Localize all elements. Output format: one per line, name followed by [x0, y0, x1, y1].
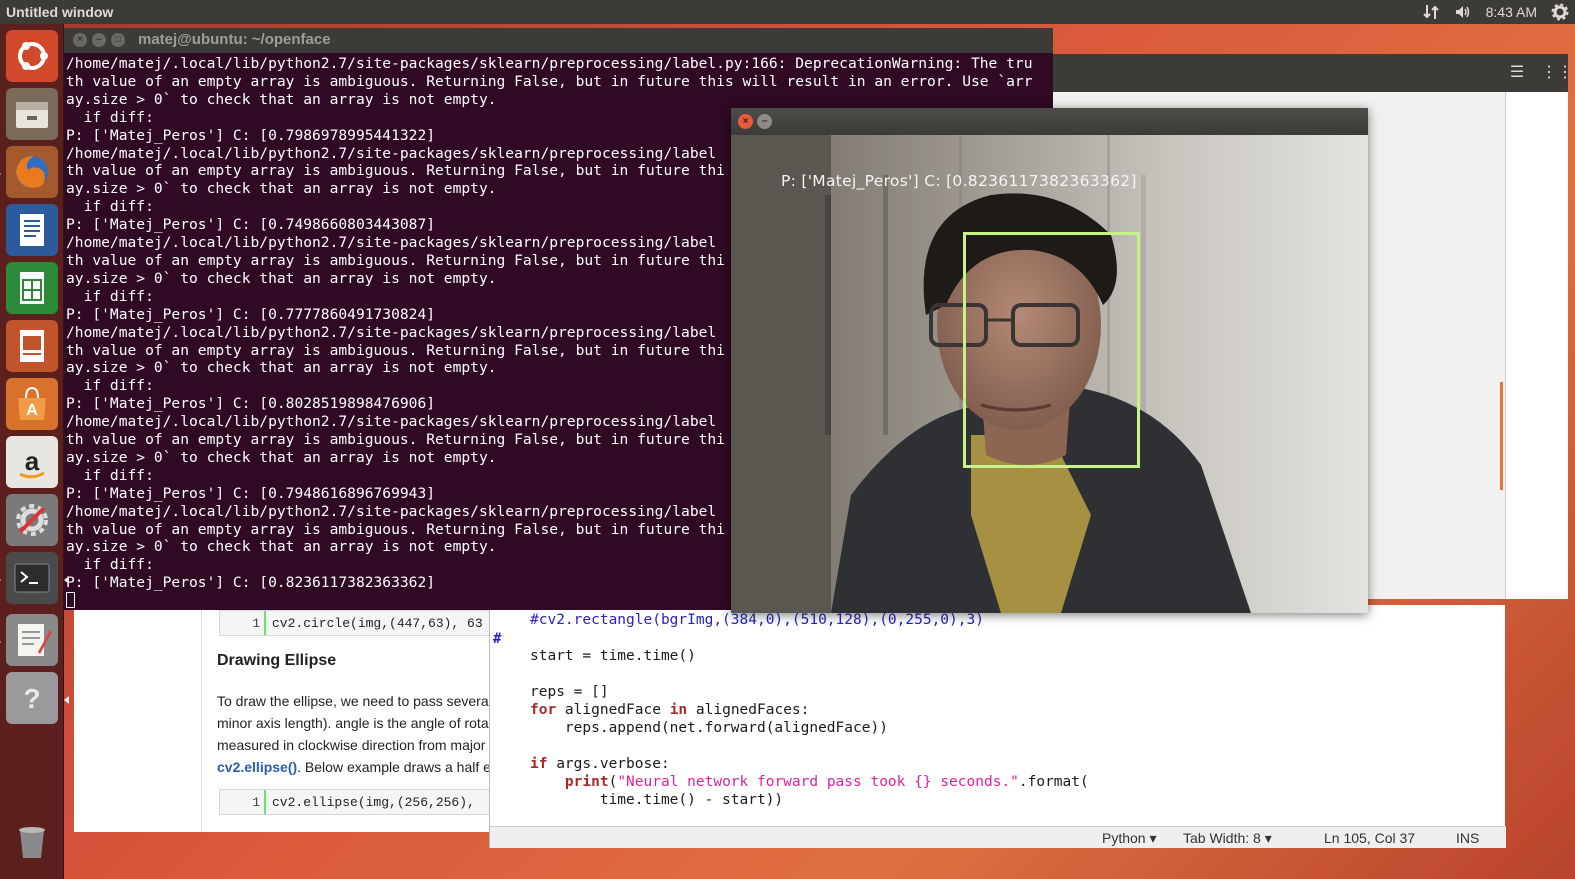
files-icon[interactable]	[6, 88, 58, 140]
code-line: time.time() - start))	[530, 792, 784, 808]
paragraph-line: measured in clockwise direction from maj…	[217, 737, 486, 753]
calc-icon[interactable]	[6, 262, 58, 314]
svg-text:a: a	[25, 446, 40, 476]
code-line: reps.append(net.forward(alignedFace))	[530, 720, 888, 736]
code-line: reps = []	[530, 684, 609, 700]
code-line: start = time.time()	[530, 648, 696, 664]
line-number: 1	[220, 611, 266, 635]
scrollbar-accent	[1500, 382, 1503, 490]
text-editor-icon[interactable]	[6, 614, 58, 666]
language-selector[interactable]: Python ▾	[1102, 830, 1157, 847]
ubuntu-dash-icon[interactable]	[6, 30, 58, 82]
gutter-mark: #	[493, 631, 502, 647]
code-comment: #cv2.rectangle(bgrImg,(384,0),(510,128),…	[530, 612, 984, 628]
text-editor-window[interactable]: # #cv2.rectangle(bgrImg,(384,0),(510,128…	[489, 605, 1506, 848]
software-center-icon[interactable]: A	[6, 378, 58, 430]
terminal-line: /home/matej/.local/lib/python2.7/site-pa…	[66, 55, 1033, 72]
system-settings-icon[interactable]	[6, 494, 58, 546]
gear-icon[interactable]	[1551, 3, 1569, 21]
section-heading: Drawing Ellipse	[217, 652, 337, 669]
clock[interactable]: 8:43 AM	[1486, 4, 1537, 20]
webcam-window[interactable]: × – P: ['Matej_Peros'] C: [0.82361173823…	[731, 108, 1368, 613]
grid-icon[interactable]: ⋮⋮	[1541, 64, 1573, 82]
cursor-position: Ln 105, Col 37	[1324, 830, 1416, 846]
terminal-titlebar[interactable]: × – □ matej@ubuntu: ~/openface	[64, 28, 1053, 53]
code-snippet-circle[interactable]: 1 cv2.circle(img,(447,63), 63	[219, 610, 509, 636]
top-panel: Untitled window 8:43 AM	[0, 0, 1575, 24]
keyword: print	[564, 774, 609, 790]
terminal-line: ay.size > 0` to check that an array is n…	[66, 90, 497, 108]
keyword: for	[530, 702, 557, 718]
snippet-code: cv2.ellipse(img,(256,256),	[272, 794, 475, 810]
running-indicator	[0, 170, 1, 178]
code-fragment: args.verbose:	[547, 756, 670, 772]
string-literal: "Neural network forward pass took {} sec…	[617, 774, 1019, 790]
close-icon[interactable]: ×	[73, 33, 87, 47]
code-fragment: alignedFace	[556, 702, 670, 718]
code-area[interactable]: #cv2.rectangle(bgrImg,(384,0),(510,128),…	[530, 611, 1089, 809]
menu-icon[interactable]: ☰	[1508, 64, 1526, 82]
minimize-icon[interactable]: –	[92, 33, 106, 47]
terminal-title: matej@ubuntu: ~/openface	[138, 31, 331, 48]
face-bounding-box	[963, 232, 1140, 468]
sidebar-divider	[201, 600, 202, 832]
editor-statusbar: Python ▾ Tab Width: 8 ▾ Ln 105, Col 37 I…	[490, 826, 1506, 848]
code-fragment: (	[608, 774, 618, 790]
running-indicator	[64, 696, 69, 704]
running-indicator	[0, 638, 1, 646]
system-tray: 8:43 AM	[1422, 0, 1569, 24]
snippet-code: cv2.circle(img,(447,63), 63	[272, 615, 483, 631]
amazon-icon[interactable]: a	[6, 436, 58, 488]
paragraph-line: To draw the ellipse, we need to pass sev…	[217, 693, 492, 709]
running-indicator	[0, 576, 1, 584]
paragraph-tail: . Below example draws a half e	[297, 759, 491, 775]
line-number: 1	[220, 790, 266, 814]
webcam-frame: P: ['Matej_Peros'] C: [0.823611738236336…	[731, 135, 1368, 613]
minimize-icon[interactable]: –	[757, 114, 772, 129]
launcher: A a ?	[0, 24, 69, 879]
network-icon[interactable]	[1422, 3, 1440, 21]
svg-text:?: ?	[23, 683, 40, 714]
terminal-icon[interactable]	[6, 552, 58, 604]
tutorial-page: 1 cv2.circle(img,(447,63), 63 Drawing El…	[74, 600, 509, 832]
focused-indicator	[64, 576, 69, 584]
insert-mode: INS	[1456, 830, 1480, 846]
window-title: Untitled window	[6, 4, 114, 20]
ellipse-doc-link[interactable]: cv2.ellipse()	[217, 759, 297, 775]
help-icon[interactable]: ?	[6, 672, 58, 724]
trash-icon[interactable]	[6, 814, 58, 866]
tab-width-selector[interactable]: Tab Width: 8 ▾	[1183, 830, 1272, 847]
volume-icon[interactable]	[1454, 3, 1472, 21]
keyword: in	[669, 702, 688, 718]
maximize-icon[interactable]: □	[111, 33, 125, 47]
background-window-titlebar[interactable]: ☰ ⋮⋮	[1053, 54, 1573, 92]
keyword: if	[530, 756, 548, 772]
background-window-content	[1505, 92, 1568, 599]
impress-icon[interactable]	[6, 320, 58, 372]
webcam-titlebar[interactable]: × –	[731, 108, 1368, 135]
terminal-line: th value of an empty array is ambiguous.…	[66, 72, 1033, 90]
writer-icon[interactable]	[6, 204, 58, 256]
firefox-icon[interactable]	[6, 146, 58, 198]
paragraph-line: cv2.ellipse(). Below example draws a hal…	[217, 756, 497, 778]
code-fragment: alignedFaces:	[687, 702, 810, 718]
section-paragraph: To draw the ellipse, we need to pass sev…	[217, 690, 497, 778]
prediction-label: P: ['Matej_Peros'] C: [0.823611738236336…	[781, 172, 1137, 190]
code-snippet-ellipse[interactable]: 1 cv2.ellipse(img,(256,256),	[219, 789, 509, 815]
svg-text:A: A	[26, 402, 38, 419]
close-icon[interactable]: ×	[738, 114, 753, 129]
paragraph-line: minor axis length). angle is the angle o…	[217, 715, 489, 731]
code-fragment: .format(	[1018, 774, 1089, 790]
